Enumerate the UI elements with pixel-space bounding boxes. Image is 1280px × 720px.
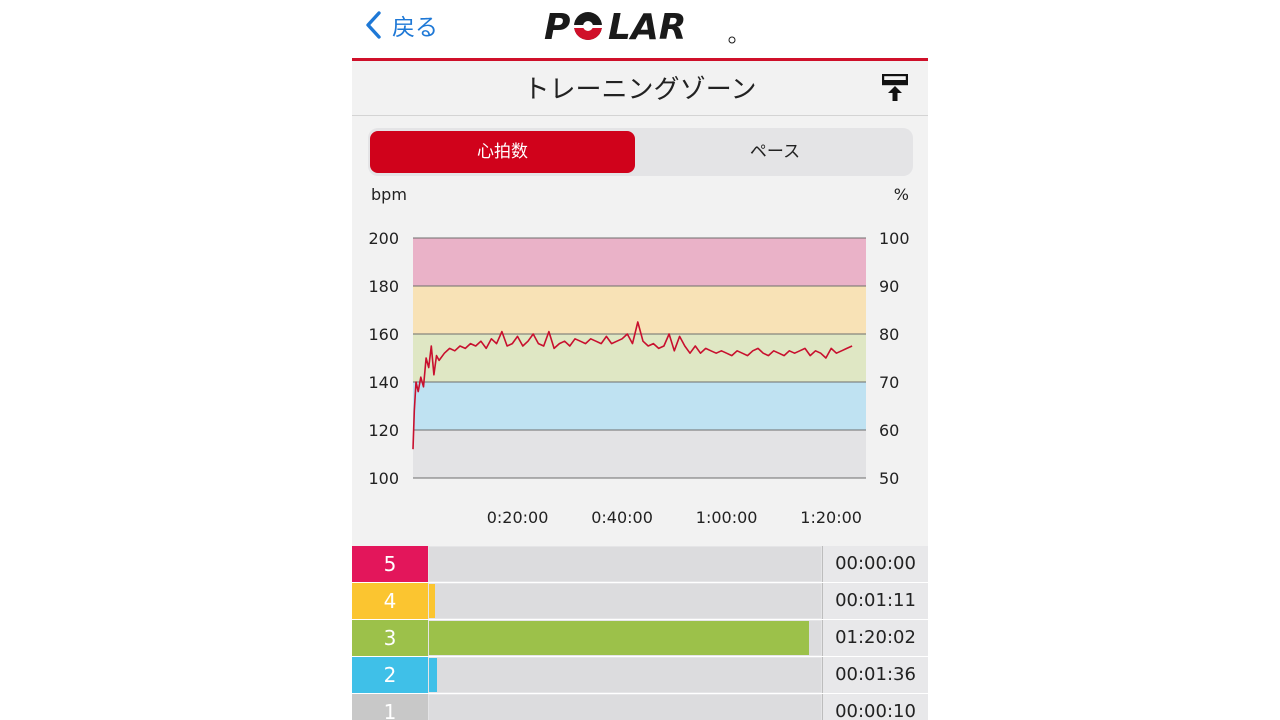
y-tick-label: 200: [368, 229, 399, 248]
x-tick-label: 0:40:00: [591, 508, 653, 527]
polar-logo: P LAR: [544, 7, 736, 46]
y2-tick-label: 50: [879, 469, 899, 488]
y-tick-label: 160: [368, 325, 399, 344]
x-tick-label: 1:00:00: [696, 508, 758, 527]
zone-band-5: [413, 238, 866, 286]
zone-time-bar: [429, 658, 821, 692]
back-label: 戻る: [392, 15, 438, 41]
zone-time-bar: [429, 695, 821, 720]
zone-row-3: 3 01:20:02: [352, 620, 928, 656]
phone-screen: 戻る P LAR トレーニングゾーン 心拍数 ペース bpm% 100 120 1: [352, 0, 928, 720]
svg-text:LAR: LAR: [608, 7, 687, 46]
zone-duration: 00:00:10: [823, 694, 928, 720]
y-tick-label: 120: [368, 421, 399, 440]
export-icon[interactable]: [882, 74, 908, 102]
y2-tick-label: 80: [879, 325, 899, 344]
y-axis-unit-label: bpm: [371, 185, 407, 204]
zone-row-1: 1 00:00:10: [352, 694, 928, 720]
zone-row-4: 4 00:01:11: [352, 583, 928, 619]
zone-duration: 00:01:11: [823, 583, 928, 619]
zone-duration: 00:00:00: [823, 546, 928, 582]
chevron-left-icon: [366, 11, 381, 39]
zone-time-bar-fill: [429, 621, 809, 655]
page-title: トレーニングゾーン: [523, 75, 757, 105]
y2-tick-label: 70: [879, 373, 899, 392]
back-button[interactable]: 戻る: [364, 8, 438, 42]
zone-row-2: 2 00:01:36: [352, 657, 928, 693]
y2-axis-unit-label: %: [894, 185, 909, 204]
zone-number-label: 5: [352, 546, 428, 582]
zone-time-bar-fill: [429, 584, 435, 618]
zone-row-5: 5 00:00:00: [352, 546, 928, 582]
zone-duration: 01:20:02: [823, 620, 928, 656]
y-tick-label: 100: [368, 469, 399, 488]
y2-tick-label: 100: [879, 229, 910, 248]
y2-tick-label: 90: [879, 277, 899, 296]
y2-tick-label: 60: [879, 421, 899, 440]
heart-rate-zone-chart: bpm % 100 120 140 160 180 200 50 60 70 80 90 100 0:20:…: [368, 185, 910, 527]
zone-time-bar: [429, 621, 821, 655]
x-tick-label: 1:20:00: [800, 508, 862, 527]
zone-time-bar: [429, 584, 821, 618]
y-tick-label: 140: [368, 373, 399, 392]
top-navigation-bar: 戻る P LAR: [352, 0, 928, 58]
zone-band-2: [413, 382, 866, 430]
svg-text:P: P: [544, 7, 570, 46]
y-tick-label: 180: [368, 277, 399, 296]
zone-number-label: 3: [352, 620, 428, 656]
zone-duration: 00:01:36: [823, 657, 928, 693]
zone-band-1: [413, 430, 866, 478]
zone-number-label: 4: [352, 583, 428, 619]
x-tick-label: 0:20:00: [487, 508, 549, 527]
zone-number-label: 2: [352, 657, 428, 693]
title-bar: トレーニングゾーン: [352, 61, 928, 116]
zone-number-label: 1: [352, 694, 428, 720]
zone-time-bar: [429, 547, 821, 581]
zone-time-bar-fill: [429, 658, 437, 692]
